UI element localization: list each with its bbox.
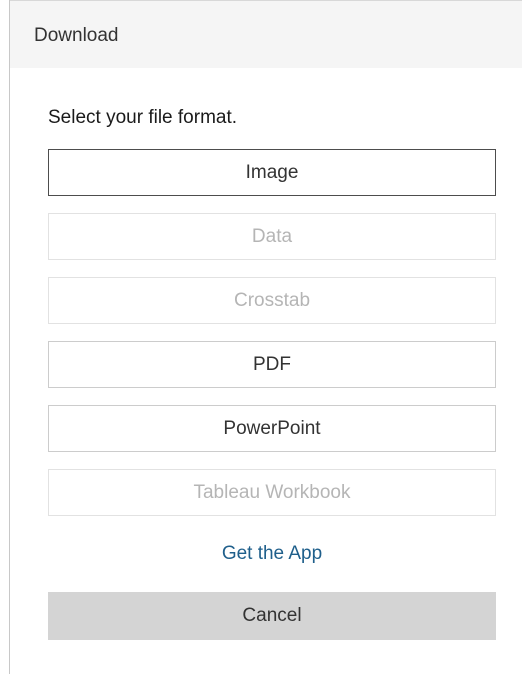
tableau-workbook-format-label: Tableau Workbook bbox=[193, 481, 351, 503]
download-dialog: Download Select your file format. Image … bbox=[0, 0, 522, 674]
get-the-app-label: Get the App bbox=[221, 543, 323, 564]
powerpoint-format-label: PowerPoint bbox=[223, 417, 321, 439]
dialog-header: Download bbox=[10, 0, 522, 68]
crosstab-format-label: Crosstab bbox=[233, 289, 311, 311]
format-prompt: Select your file format. bbox=[48, 107, 238, 128]
get-the-app-link[interactable]: Get the App bbox=[48, 538, 496, 570]
cancel-label: Cancel bbox=[242, 605, 302, 626]
cancel-button[interactable]: Cancel bbox=[48, 592, 496, 640]
image-format-button[interactable]: Image bbox=[48, 149, 496, 196]
image-format-label: Image bbox=[245, 161, 299, 183]
dialog-title: Download bbox=[34, 25, 119, 46]
crosstab-format-button: Crosstab bbox=[48, 277, 496, 324]
dialog-left-border bbox=[9, 0, 10, 674]
data-format-button: Data bbox=[48, 213, 496, 260]
data-format-label: Data bbox=[251, 225, 293, 247]
powerpoint-format-button[interactable]: PowerPoint bbox=[48, 405, 496, 452]
pdf-format-label: PDF bbox=[253, 353, 291, 375]
tableau-workbook-format-button: Tableau Workbook bbox=[48, 469, 496, 516]
pdf-format-button[interactable]: PDF bbox=[48, 341, 496, 388]
